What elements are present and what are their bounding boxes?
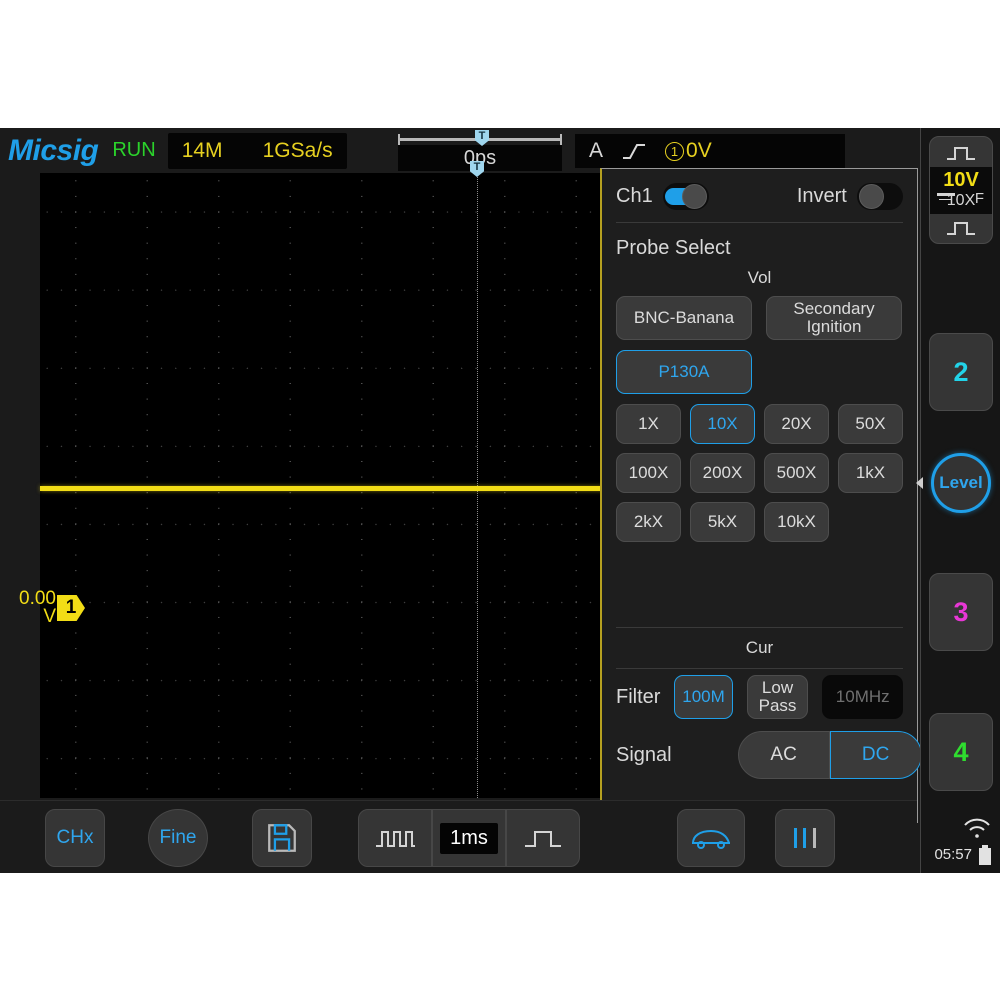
- trigger-info[interactable]: A 1 0V: [575, 134, 845, 168]
- rising-edge-icon: [623, 144, 646, 159]
- filter-label: Filter: [616, 685, 661, 708]
- channel-toggles-row: Ch1 Invert: [602, 169, 917, 222]
- channel3-key[interactable]: 3: [929, 573, 993, 651]
- channel1-scale-info: 10V F 10X: [930, 166, 992, 214]
- toggle-knob: [681, 184, 707, 209]
- trigger-level-value: 0V: [686, 139, 712, 162]
- probe-secondary-ignition-button[interactable]: Secondary Ignition: [766, 296, 902, 340]
- pulse-down-icon[interactable]: [944, 214, 978, 242]
- trigger-position-track[interactable]: T: [398, 130, 562, 146]
- attenuation-2kx-button[interactable]: 2kX: [616, 502, 681, 542]
- channel-label: Ch1: [616, 185, 653, 207]
- narrow-pulse-icon: [376, 831, 415, 847]
- attenuation-grid-row-3: 2kX 5kX 10kX: [602, 502, 917, 551]
- bandwidth-flag: F: [974, 189, 984, 207]
- wifi-icon: [964, 818, 990, 838]
- battery-icon: [979, 845, 991, 865]
- save-disk-icon: [268, 824, 296, 852]
- channel4-key[interactable]: 4: [929, 713, 993, 791]
- fine-button[interactable]: Fine: [148, 809, 208, 867]
- save-button[interactable]: [252, 809, 312, 867]
- menu-bars-button[interactable]: [775, 809, 835, 867]
- filter-low-pass-button[interactable]: Low Pass: [746, 675, 809, 719]
- offset-unit: V: [43, 606, 56, 627]
- attenuation-10kx-button[interactable]: 10kX: [764, 502, 829, 542]
- attenuation-5kx-button[interactable]: 5kX: [690, 502, 755, 542]
- right-rail: 10V F 10X 2 Level 3 4: [916, 128, 1000, 873]
- bottom-toolbar: CHx Fine 1ms: [0, 800, 917, 873]
- memory-depth-value: 14M: [181, 138, 223, 162]
- channel1-key[interactable]: 10V F 10X: [929, 136, 993, 244]
- invert-label: Invert: [796, 185, 847, 207]
- attenuation-200x-button[interactable]: 200X: [690, 453, 755, 493]
- chx-button[interactable]: CHx: [45, 809, 105, 867]
- waveform-display[interactable]: T: [40, 161, 612, 798]
- trigger-mode-label: A: [589, 139, 604, 162]
- sample-rate-value: 1GSa/s: [262, 138, 333, 162]
- wide-pulse-icon: [525, 831, 561, 847]
- channel-enable-toggle[interactable]: [662, 183, 709, 210]
- timebase-increase-button[interactable]: [506, 809, 580, 867]
- coupling-segmented-control: AC DC: [737, 731, 922, 779]
- brand-logo: Micsig: [8, 133, 99, 167]
- trigger-source-level: 1 0V: [665, 139, 712, 163]
- channel1-trace: [40, 486, 612, 491]
- coupling-dc-button[interactable]: DC: [829, 731, 922, 779]
- coupling-ac-button[interactable]: AC: [737, 731, 830, 779]
- attenuation-10x-button[interactable]: 10X: [690, 404, 755, 444]
- acquisition-info[interactable]: 14M 1GSa/s: [167, 132, 347, 169]
- timebase-group: 1ms: [358, 809, 580, 867]
- signal-label: Signal: [616, 743, 672, 766]
- probe-p130a-button[interactable]: P130A: [616, 350, 752, 394]
- filter-10mhz-button[interactable]: 10MHz: [822, 675, 903, 719]
- channel1-offset-marker[interactable]: 0.00 V 1: [12, 589, 85, 627]
- channel2-key[interactable]: 2: [929, 333, 993, 411]
- clock-label: 05:57: [934, 846, 972, 863]
- attenuation-500x-button[interactable]: 500X: [764, 453, 829, 493]
- channel4-label: 4: [953, 736, 969, 767]
- signal-row: Signal AC DC: [602, 719, 922, 779]
- dc-coupling-icon: [937, 192, 955, 200]
- oscilloscope-app: Micsig RUN 14M 1GSa/s T 0ps A 1 0V T 0.0…: [0, 128, 1000, 873]
- probe-bnc-banana-button[interactable]: BNC-Banana: [616, 296, 752, 340]
- channel1-volts-div: 10V: [943, 168, 979, 191]
- invert-toggle[interactable]: [856, 183, 903, 210]
- channel-settings-panel: Ch1 Invert Probe Select Vol BNC-Banana S…: [600, 168, 922, 823]
- attenuation-20x-button[interactable]: 20X: [764, 404, 829, 444]
- channel2-label: 2: [953, 356, 969, 387]
- trigger-marker-icon[interactable]: T: [475, 130, 489, 146]
- vertical-bars-icon: [794, 828, 816, 848]
- filter-row: Filter 100M Low Pass 10MHz: [602, 669, 917, 719]
- attenuation-1kx-button[interactable]: 1kX: [838, 453, 903, 493]
- timebase-value: 1ms: [440, 822, 498, 854]
- probe-type-row-2: P130A: [602, 350, 917, 404]
- level-handle-icon[interactable]: [916, 477, 923, 489]
- timebase-decrease-button[interactable]: [358, 809, 432, 867]
- vol-label: Vol: [747, 268, 772, 287]
- attenuation-1x-button[interactable]: 1X: [616, 404, 681, 444]
- car-icon: [692, 829, 730, 849]
- toggle-knob: [858, 184, 884, 209]
- cur-label: Cur: [745, 638, 774, 657]
- trigger-position-flag-icon[interactable]: T: [470, 161, 484, 177]
- timebase-value-button[interactable]: 1ms: [432, 809, 506, 867]
- channel1-marker-tag[interactable]: 1: [57, 595, 85, 621]
- channel3-label: 3: [953, 596, 969, 627]
- trigger-source-badge: 1: [665, 141, 685, 161]
- automotive-mode-button[interactable]: [677, 809, 745, 867]
- filter-100m-button[interactable]: 100M: [674, 675, 733, 719]
- probe-type-row-1: BNC-Banana Secondary Ignition: [602, 296, 917, 350]
- attenuation-50x-button[interactable]: 50X: [838, 404, 903, 444]
- attenuation-100x-button[interactable]: 100X: [616, 453, 681, 493]
- attenuation-grid-row-2: 100X 200X 500X 1kX: [602, 453, 917, 502]
- attenuation-grid-row-1: 1X 10X 20X 50X: [602, 404, 917, 453]
- run-state-indicator[interactable]: RUN: [112, 139, 155, 162]
- probe-select-title: Probe Select: [616, 237, 731, 259]
- pulse-up-icon[interactable]: [944, 139, 978, 167]
- channel1-offset-value: 0.00 V: [12, 589, 56, 627]
- trigger-level-knob[interactable]: Level: [931, 453, 991, 513]
